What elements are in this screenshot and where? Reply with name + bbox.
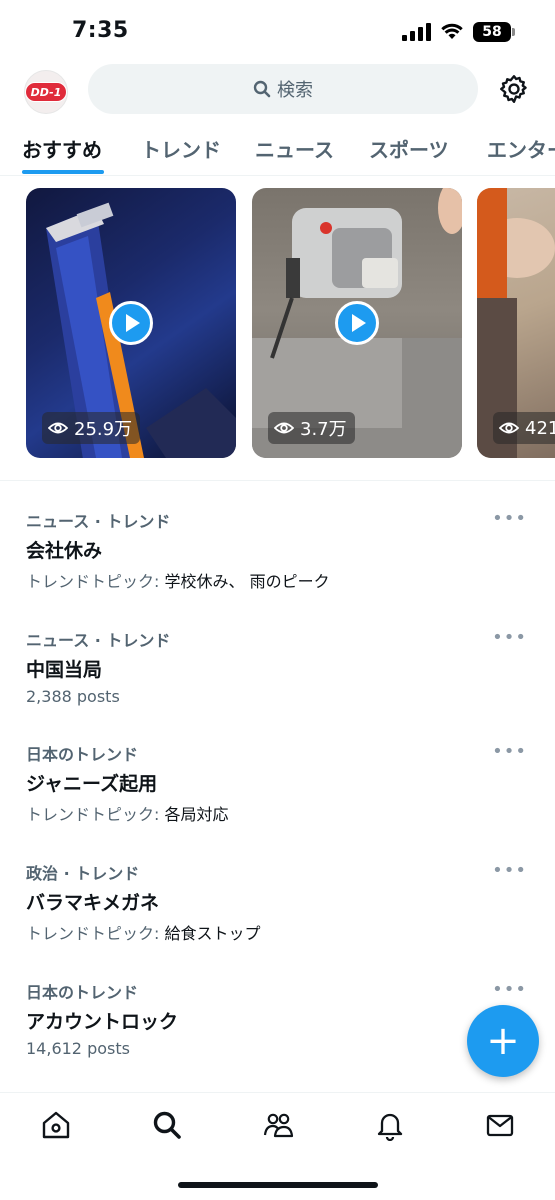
header: DD-1 検索 bbox=[0, 62, 555, 118]
search-input[interactable]: 検索 bbox=[88, 64, 478, 114]
eye-icon bbox=[499, 422, 519, 434]
trend-title: 会社休み bbox=[26, 540, 103, 562]
trend-meta-label: 2,388 posts bbox=[26, 687, 120, 706]
trend-title: アカウントロック bbox=[26, 1011, 179, 1033]
trend-topics: 給食ストップ bbox=[164, 924, 261, 943]
view-count: 421 bbox=[493, 412, 555, 444]
compose-button[interactable]: + bbox=[467, 1005, 539, 1077]
wifi-icon bbox=[441, 23, 463, 39]
trend-category: 政治 · トレンド bbox=[26, 864, 140, 883]
video-carousel: 25.9万 3.7万 421 bbox=[0, 188, 555, 458]
tab-entertainment[interactable]: エンター bbox=[487, 134, 555, 163]
tab-recommended[interactable]: おすすめ bbox=[22, 134, 102, 163]
view-count: 25.9万 bbox=[42, 412, 141, 444]
explore-tabs: おすすめ トレンド ニュース スポーツ エンター bbox=[0, 118, 555, 176]
more-options-icon[interactable]: ••• bbox=[492, 627, 527, 648]
trend-category: 日本のトレンド bbox=[26, 983, 139, 1002]
trend-category: 日本のトレンド bbox=[26, 745, 139, 764]
search-icon bbox=[253, 80, 271, 98]
avatar[interactable]: DD-1 bbox=[24, 70, 68, 114]
status-icons: 58 bbox=[402, 22, 515, 42]
play-icon[interactable] bbox=[109, 301, 153, 345]
trend-item[interactable]: ニュース · トレンド 中国当局 2,388 posts ••• bbox=[0, 617, 555, 727]
video-card[interactable]: 421 bbox=[477, 188, 555, 458]
view-count-value: 3.7万 bbox=[300, 419, 347, 440]
trend-meta-label: 14,612 posts bbox=[26, 1039, 130, 1058]
notifications-bell-icon[interactable] bbox=[374, 1109, 406, 1141]
trend-meta: トレンドトピック: 各局対応 bbox=[26, 801, 229, 825]
trend-title: 中国当局 bbox=[26, 659, 103, 681]
trend-item[interactable]: 政治 · トレンド バラマキメガネ トレンドトピック: 給食ストップ ••• bbox=[0, 850, 555, 960]
eye-icon bbox=[274, 422, 294, 434]
status-time: 7:35 bbox=[72, 18, 129, 43]
home-icon[interactable] bbox=[40, 1109, 72, 1141]
eye-icon bbox=[48, 422, 68, 434]
trend-meta: トレンドトピック: 学校休み、 雨のピーク bbox=[26, 568, 330, 592]
trend-category: ニュース · トレンド bbox=[26, 512, 171, 531]
tab-trending[interactable]: トレンド bbox=[141, 134, 221, 163]
more-options-icon[interactable]: ••• bbox=[492, 860, 527, 881]
view-count-value: 421 bbox=[525, 417, 555, 439]
tab-news[interactable]: ニュース bbox=[255, 134, 334, 163]
search-icon[interactable] bbox=[151, 1109, 183, 1141]
video-card[interactable]: 3.7万 bbox=[252, 188, 462, 458]
battery-level: 58 bbox=[482, 24, 502, 40]
trend-meta-label: トレンドトピック: bbox=[26, 805, 165, 824]
tab-sports[interactable]: スポーツ bbox=[369, 134, 449, 163]
trend-topics: 各局対応 bbox=[164, 805, 229, 824]
status-bar: 7:35 58 bbox=[0, 0, 555, 62]
trend-meta: 2,388 posts bbox=[26, 687, 120, 706]
more-options-icon[interactable]: ••• bbox=[492, 741, 527, 762]
active-tab-indicator bbox=[22, 170, 104, 174]
trend-meta-label: トレンドトピック: bbox=[26, 924, 165, 943]
view-count-value: 25.9万 bbox=[74, 419, 133, 440]
more-options-icon[interactable]: ••• bbox=[492, 508, 527, 529]
search-placeholder: 検索 bbox=[277, 80, 313, 101]
trend-title: バラマキメガネ bbox=[26, 892, 160, 914]
trend-meta: トレンドトピック: 給食ストップ bbox=[26, 920, 261, 944]
view-count: 3.7万 bbox=[268, 412, 355, 444]
gear-icon[interactable] bbox=[499, 74, 529, 104]
avatar-logo: DD-1 bbox=[25, 82, 67, 102]
divider bbox=[0, 480, 555, 481]
trend-item[interactable]: 日本のトレンド ジャニーズ起用 トレンドトピック: 各局対応 ••• bbox=[0, 731, 555, 841]
more-options-icon[interactable]: ••• bbox=[492, 979, 527, 1000]
trend-category: ニュース · トレンド bbox=[26, 631, 171, 650]
trend-meta: 14,612 posts bbox=[26, 1039, 130, 1058]
video-card[interactable]: 25.9万 bbox=[26, 188, 236, 458]
home-indicator[interactable] bbox=[178, 1182, 378, 1188]
trend-item[interactable]: ニュース · トレンド 会社休み トレンドトピック: 学校休み、 雨のピーク •… bbox=[0, 498, 555, 608]
messages-icon[interactable] bbox=[484, 1109, 516, 1141]
plus-icon: + bbox=[486, 1018, 520, 1064]
play-icon[interactable] bbox=[335, 301, 379, 345]
trend-title: ジャニーズ起用 bbox=[26, 773, 158, 795]
trend-meta-label: トレンドトピック: bbox=[26, 572, 165, 591]
communities-icon[interactable] bbox=[262, 1109, 294, 1141]
trend-topics: 学校休み、 雨のピーク bbox=[164, 572, 330, 591]
cellular-signal-icon bbox=[402, 23, 431, 41]
battery-icon: 58 bbox=[473, 22, 515, 42]
